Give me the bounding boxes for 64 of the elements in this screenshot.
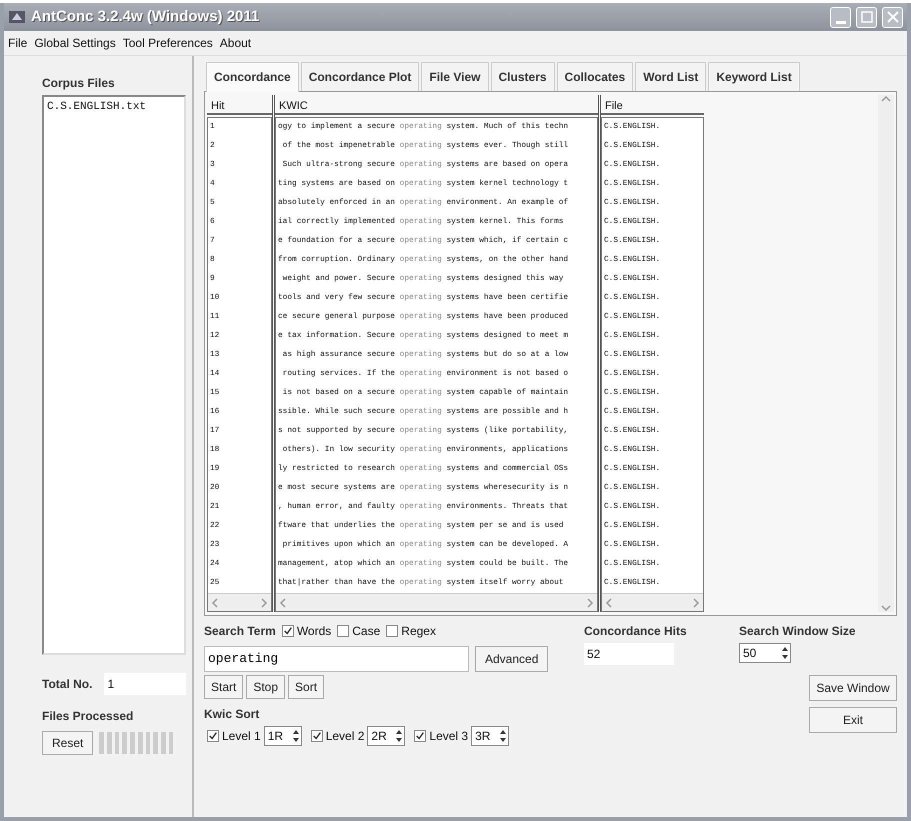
count-field: 1 <box>104 673 186 695</box>
tab[interactable]: Concordance Plot <box>300 62 420 91</box>
action-button[interactable]: Start <box>204 674 244 698</box>
minimize-button[interactable] <box>830 6 851 28</box>
field-label: Kwic Sort <box>204 706 260 722</box>
minimize-icon <box>836 20 846 24</box>
field-label: Total No. <box>42 676 92 693</box>
count-field: 52 <box>584 643 674 665</box>
checkbox-label: Level 1 <box>222 728 261 744</box>
checkbox[interactable] <box>386 625 398 637</box>
reset-button[interactable]: Reset <box>42 731 94 755</box>
maximize-button[interactable] <box>856 6 877 28</box>
tab[interactable]: Word List <box>635 62 706 91</box>
check-icon <box>282 625 293 637</box>
close-icon <box>884 9 900 25</box>
checkbox-label: Words <box>296 623 332 640</box>
column-header[interactable]: KWIC <box>275 95 598 115</box>
spin-field[interactable]: 2R <box>367 726 406 746</box>
checkbox[interactable] <box>310 730 323 742</box>
check-icon <box>415 730 426 742</box>
maximize-icon <box>858 9 874 25</box>
field-label: Search Window Size <box>739 623 857 640</box>
checkbox[interactable] <box>337 625 350 637</box>
close-button[interactable] <box>882 6 903 28</box>
menu-item[interactable]: About <box>220 34 252 52</box>
spin-field[interactable]: 3R <box>471 726 510 746</box>
checkbox-label: Regex <box>401 623 436 640</box>
spinner-arrows-icon <box>394 728 404 744</box>
checkbox-label: Case <box>352 623 380 640</box>
window-title: AntConc 3.2.4w (Windows) 2011 <box>31 6 260 27</box>
search-field[interactable]: operating <box>204 646 469 672</box>
check-icon <box>312 730 322 742</box>
tab[interactable]: Concordance <box>206 62 299 92</box>
checkbox-label: Level 3 <box>429 728 468 744</box>
tab[interactable]: Keyword List <box>708 62 800 91</box>
menu-item[interactable]: Global Settings <box>34 34 116 52</box>
spinner-arrows-icon <box>290 728 301 744</box>
advanced-button[interactable]: Advanced <box>475 646 548 672</box>
spinner-arrows-icon <box>780 645 790 661</box>
app-icon <box>8 9 26 25</box>
menu-item[interactable]: Tool Preferences <box>122 34 213 52</box>
tab[interactable]: Collocates <box>556 62 634 91</box>
tab[interactable]: File View <box>421 62 489 91</box>
panel-label: Corpus Files <box>42 75 116 92</box>
spin-field[interactable]: 50 <box>739 643 791 663</box>
checkbox[interactable] <box>414 730 426 742</box>
field-label: Files Processed <box>42 708 134 725</box>
field-label: Search Term <box>204 623 276 640</box>
checkbox-label: Level 2 <box>326 728 364 744</box>
menu-item[interactable]: File <box>8 34 28 52</box>
tab[interactable]: Clusters <box>490 62 555 91</box>
field-label: Concordance Hits <box>584 623 688 640</box>
spinner-arrows-icon <box>498 728 508 744</box>
column-header[interactable]: File <box>601 95 704 115</box>
list-item[interactable]: C.S.ENGLISH.txt <box>47 99 181 116</box>
action-button[interactable]: Stop <box>246 674 286 698</box>
window-button[interactable]: Exit <box>809 707 897 733</box>
action-button[interactable]: Sort <box>288 674 324 698</box>
checkbox[interactable] <box>282 625 294 637</box>
column-header[interactable]: Hit <box>207 95 272 115</box>
check-icon <box>208 730 218 742</box>
window-button[interactable]: Save Window <box>809 675 897 701</box>
spin-field[interactable]: 1R <box>264 726 302 746</box>
checkbox[interactable] <box>207 730 219 742</box>
